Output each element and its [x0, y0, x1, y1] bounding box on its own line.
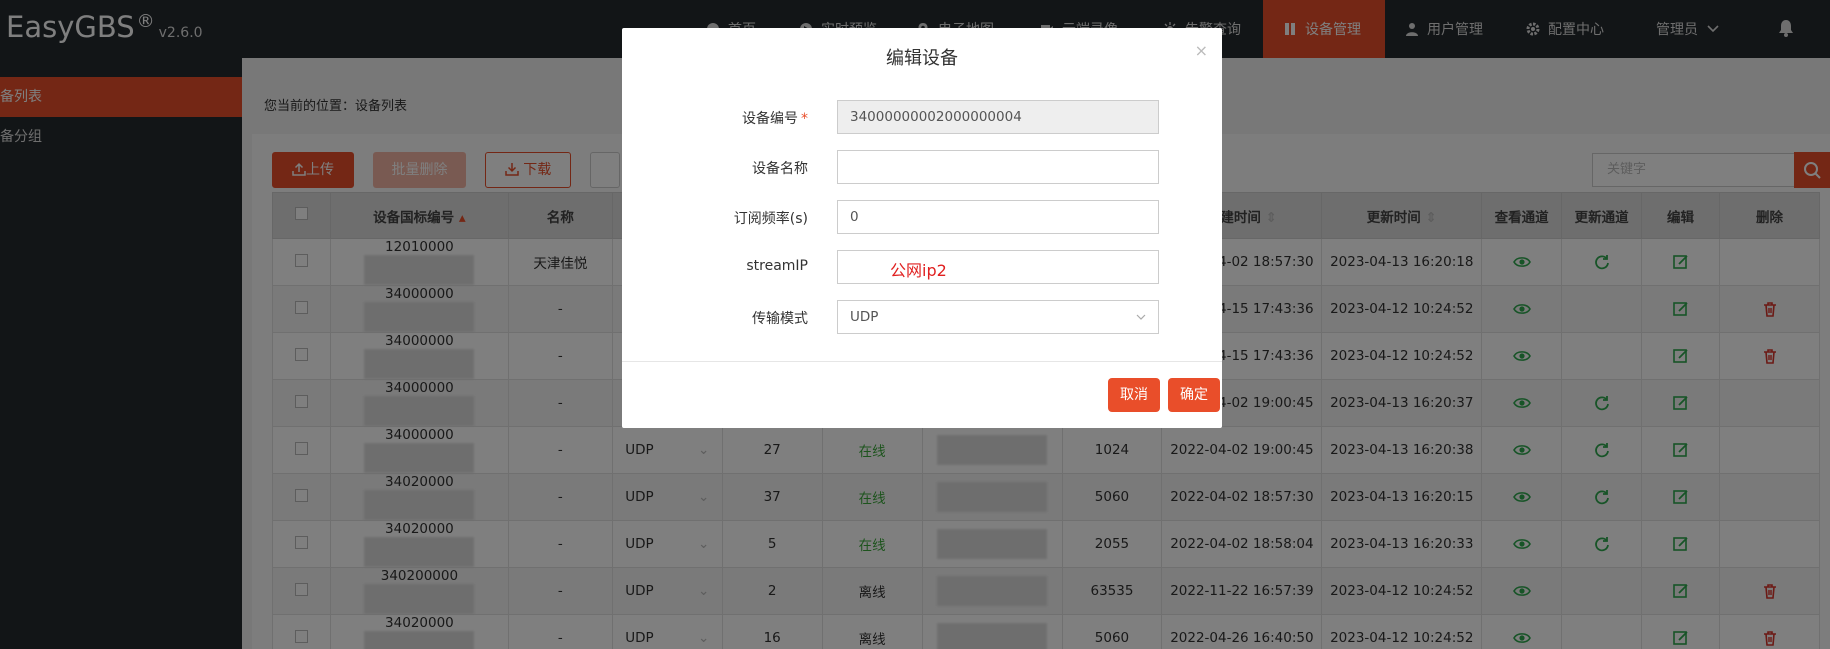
form-row-stream-ip: streamIP 公网ip2 [622, 250, 1222, 284]
transport-value: UDP [850, 309, 879, 325]
form-row-device-name: 设备名称 [622, 150, 1222, 184]
close-icon[interactable]: × [1195, 41, 1208, 60]
device-name-label: 设备名称 [752, 161, 808, 177]
form-row-subscribe-interval: 订阅频率(s) 0 [622, 200, 1222, 234]
form-row-transport: 传输模式 UDP [622, 300, 1222, 334]
chevron-down-icon [1136, 314, 1146, 320]
form-row-device-id: 设备编号 * 34000000002000000004 [622, 100, 1222, 134]
transport-label: 传输模式 [752, 311, 808, 327]
required-mark: * [801, 111, 808, 127]
device-id-label: 设备编号 * [742, 111, 808, 127]
annotation-text: 公网ip2 [890, 261, 947, 280]
device-id-field: 34000000002000000004 [837, 100, 1159, 134]
stream-ip-label: streamIP [746, 258, 808, 274]
stream-ip-field[interactable] [837, 250, 1159, 284]
modal-divider [622, 361, 1222, 362]
edit-device-modal: 编辑设备 × 设备编号 * 34000000002000000004 设备名称 订… [622, 28, 1222, 428]
modal-title: 编辑设备 [886, 48, 958, 69]
confirm-button[interactable]: 确定 [1168, 378, 1220, 412]
cancel-button[interactable]: 取消 [1108, 378, 1160, 412]
subscribe-interval-field[interactable]: 0 [837, 200, 1159, 234]
device-name-field[interactable] [837, 150, 1159, 184]
subscribe-interval-label: 订阅频率(s) [733, 211, 808, 227]
transport-select[interactable]: UDP [837, 300, 1159, 334]
